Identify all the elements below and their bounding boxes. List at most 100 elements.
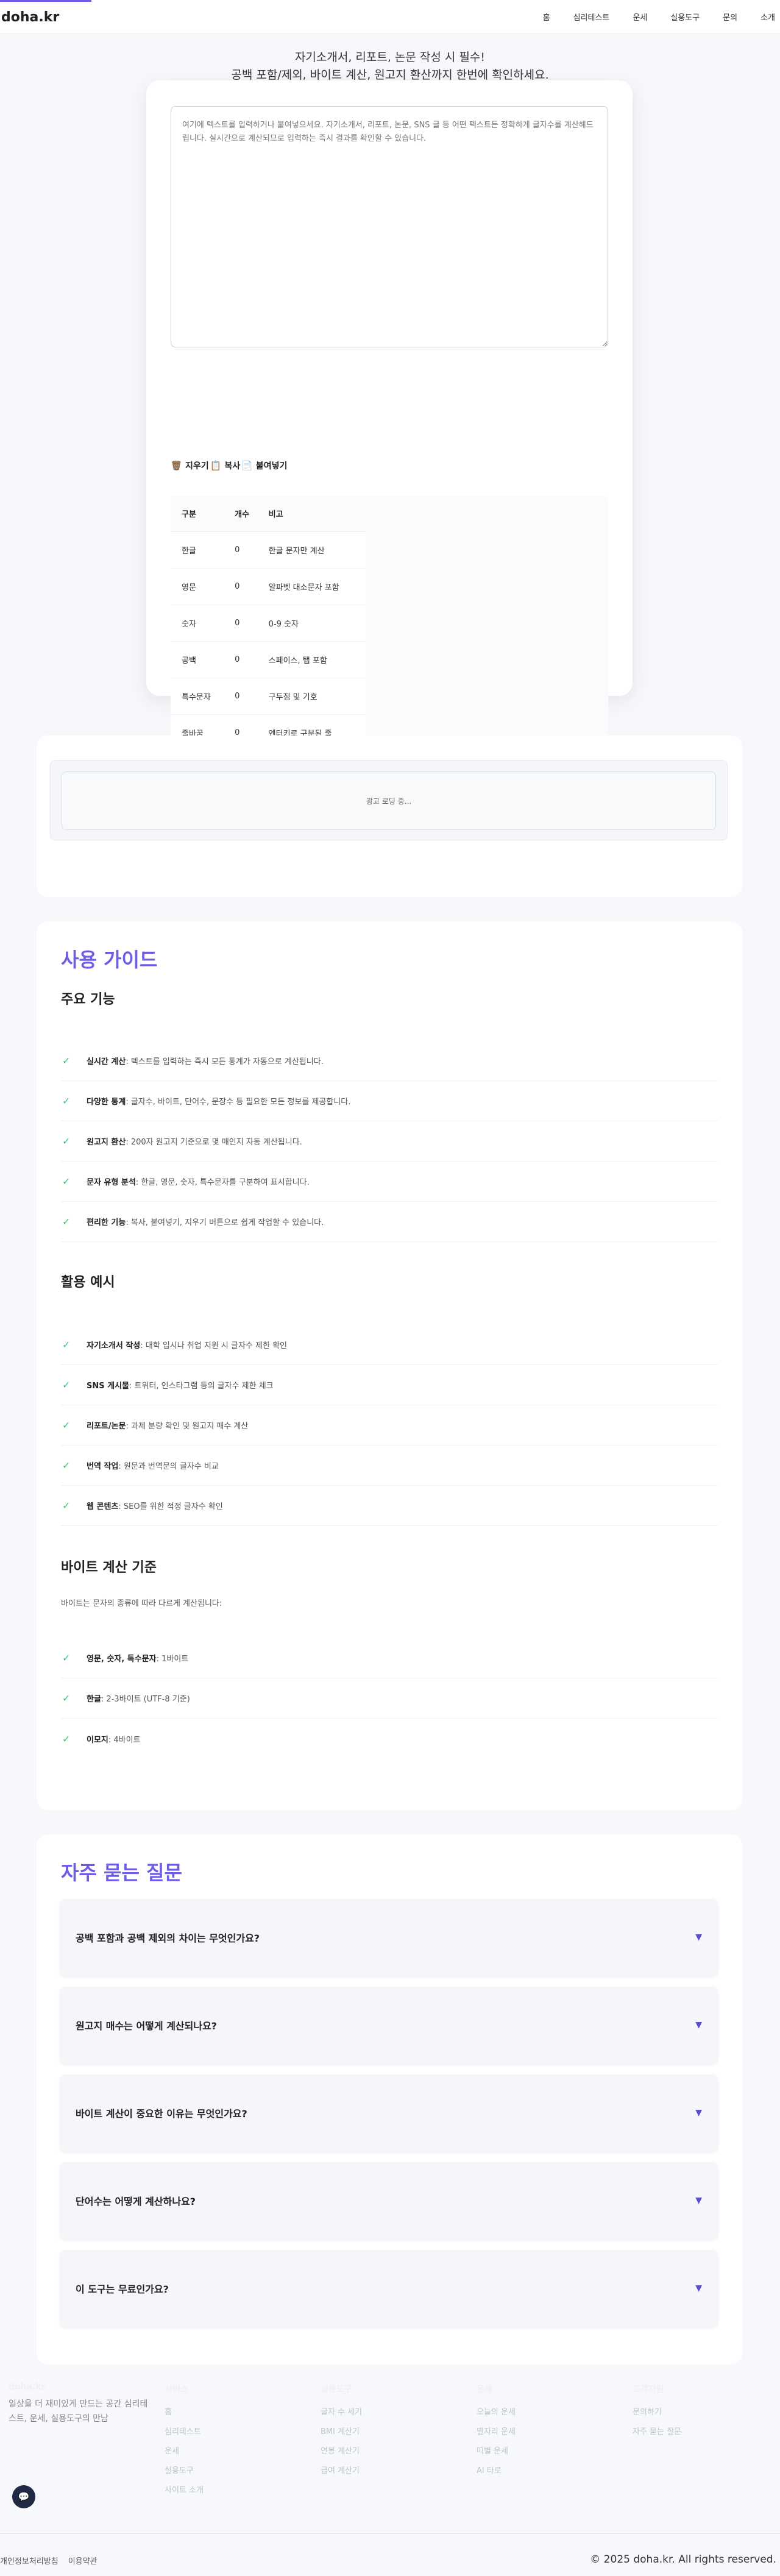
copy-button[interactable]: 📋 복사 [210, 459, 240, 472]
footer-link[interactable]: 별자리 운세 [477, 2422, 516, 2442]
privacy-policy-link[interactable]: 개인정보처리방침 [0, 2555, 58, 2566]
item-label: 웹 콘텐츠 [87, 1502, 119, 1511]
footer-brand-desc: 일상을 더 재미있게 만드는 공간 심리테스트, 운세, 실용도구의 만남 [9, 2399, 148, 2424]
nav-item-fortune[interactable]: 운세 [633, 11, 647, 23]
footer-link[interactable]: 오늘의 운세 [477, 2403, 516, 2422]
ad-section: 광고 로딩 중... [37, 736, 742, 897]
terms-link[interactable]: 이용약관 [68, 2555, 98, 2566]
faq-item[interactable]: 단어수는 어떻게 계산하나요? ▼ [60, 2162, 718, 2239]
item-desc: : SEO를 위한 적정 글자수 확인 [118, 1502, 223, 1511]
bytes-intro: 바이트는 문자의 종류에 따라 다르게 계산됩니다: [61, 1599, 222, 1608]
faq-item[interactable]: 원고지 매수는 어떻게 계산되나요? ▼ [60, 1987, 718, 2063]
item-desc: : 과제 분량 확인 및 원고지 매수 계산 [126, 1422, 249, 1431]
check-icon: ✓ [62, 1460, 71, 1471]
row-count: 0 [224, 678, 258, 715]
copy-label: 복사 [224, 461, 241, 471]
item-desc: : 4바이트 [108, 1735, 141, 1745]
row-type: 특수문자 [171, 678, 224, 715]
top-nav-bar: doha.kr 홈 심리테스트 운세 실용도구 문의 소개 [0, 0, 780, 34]
guide-title: 사용 가이드 [61, 948, 158, 971]
item-desc: : 복사, 붙여넣기, 지우기 버튼으로 쉽게 작업할 수 있습니다. [126, 1218, 324, 1227]
footer-link[interactable]: 홈 [165, 2403, 204, 2422]
check-icon: ✓ [62, 1095, 71, 1107]
footer-link[interactable]: 심리테스트 [165, 2422, 204, 2442]
list-item: ✓ SNS 게시물 : 트위터, 인스타그램 등의 글자수 제한 체크 [61, 1365, 718, 1405]
footer-link[interactable]: 띠별 운세 [477, 2442, 516, 2461]
row-count: 0 [224, 568, 258, 605]
list-item: ✓ 문자 유형 분석 : 한글, 영문, 숫자, 특수문자를 구분하여 표시합니다… [61, 1162, 718, 1202]
nav-item-contact[interactable]: 문의 [723, 11, 737, 23]
footer-link[interactable]: 급여 계산기 [321, 2461, 362, 2481]
list-item: ✓ 편리한 기능 : 복사, 붙여넣기, 지우기 버튼으로 쉽게 작업할 수 있습… [61, 1202, 718, 1242]
footer-col-title: 실용도구 [321, 2385, 352, 2394]
check-icon: ✓ [62, 1216, 71, 1227]
item-label: 이모지 [87, 1735, 108, 1745]
paste-button[interactable]: 📄 붙여넣기 [241, 459, 287, 472]
footer-link[interactable]: 문의하기 [633, 2403, 681, 2422]
check-icon: ✓ [62, 1379, 71, 1391]
char-type-table: 구분 개수 비고 한글 0 한글 문자만 계산 영문 0 알파벳 대소문자 포함… [171, 496, 366, 751]
nav-item-about[interactable]: 소개 [760, 11, 775, 23]
faq-question: 단어수는 어떻게 계산하나요? [76, 2196, 196, 2207]
list-item: ✓ 이모지 : 4바이트 [61, 1719, 718, 1759]
site-logo[interactable]: doha.kr [1, 10, 59, 25]
text-input[interactable] [171, 106, 608, 347]
footer-col-services: 서비스 홈 심리테스트 운세 실용도구 사이트 소개 [165, 2380, 204, 2500]
clear-button[interactable]: 🗑 지우기 [171, 459, 209, 472]
list-item: ✓ 다양한 통계 : 글자수, 바이트, 단어수, 문장수 등 필요한 모든 정보… [61, 1081, 718, 1121]
faq-title: 자주 묻는 질문 [61, 1861, 182, 1884]
chat-button[interactable]: 💬 [12, 2485, 35, 2508]
footer-link[interactable]: 실용도구 [165, 2461, 204, 2481]
faq-section: 자주 묻는 질문 공백 포함과 공백 제외의 차이는 무엇인가요? ▼ 원고지 매… [37, 1834, 742, 2365]
footer-col-title: 고객지원 [633, 2385, 664, 2394]
bytes-heading: 바이트 계산 기준 [61, 1560, 157, 1575]
item-label: 편리한 기능 [87, 1218, 126, 1227]
trash-icon: 🗑 [171, 460, 183, 471]
scroll-progress-bar [0, 0, 91, 2]
nav-item-tools[interactable]: 실용도구 [670, 11, 700, 23]
footer-link[interactable]: 운세 [165, 2442, 204, 2461]
table-header-row: 구분 개수 비고 [171, 496, 366, 532]
footer-link[interactable]: 연봉 계산기 [321, 2442, 362, 2461]
row-count: 0 [224, 641, 258, 678]
check-icon: ✓ [62, 1652, 71, 1664]
item-desc: : 1바이트 [156, 1655, 189, 1664]
faq-item[interactable]: 공백 포함과 공백 제외의 차이는 무엇인가요? ▼ [60, 1899, 718, 1976]
clear-label: 지우기 [185, 461, 209, 471]
footer-link[interactable]: AI 타로 [477, 2461, 516, 2481]
chevron-down-icon: ▼ [695, 2020, 702, 2030]
faq-item[interactable]: 이 도구는 무료인가요? ▼ [60, 2250, 718, 2327]
item-label: 자기소개서 작성 [87, 1341, 141, 1350]
nav-item-psychology-test[interactable]: 심리테스트 [573, 11, 610, 23]
nav-item-home[interactable]: 홈 [543, 11, 550, 23]
footer-link[interactable]: 글자 수 세기 [321, 2403, 362, 2422]
list-item: ✓ 영문, 숫자, 특수문자 : 1바이트 [61, 1638, 718, 1678]
row-note: 한글 문자만 계산 [257, 531, 366, 569]
faq-question: 공백 포함과 공백 제외의 차이는 무엇인가요? [76, 1932, 260, 1944]
list-item: ✓ 자기소개서 작성 : 대학 입시나 취업 지원 시 글자수 제한 확인 [61, 1325, 718, 1365]
paste-icon: 📄 [241, 460, 253, 471]
action-buttons: 🗑 지우기 📋 복사 📄 붙여넣기 [171, 459, 288, 472]
chevron-down-icon: ▼ [695, 2196, 702, 2205]
check-icon: ✓ [62, 1055, 71, 1066]
footer-legal-links: 개인정보처리방침 이용약관 [0, 2555, 98, 2566]
list-item: ✓ 번역 작업 : 원문과 번역문의 글자수 비교 [61, 1446, 718, 1486]
row-note: 알파벳 대소문자 포함 [257, 568, 366, 605]
footer-link[interactable]: BMI 계산기 [321, 2422, 362, 2442]
faq-item[interactable]: 바이트 계산이 중요한 이유는 무엇인가요? ▼ [60, 2074, 718, 2151]
row-note: 구두점 및 기호 [257, 678, 366, 715]
item-label: 번역 작업 [87, 1462, 119, 1471]
row-count: 0 [224, 531, 258, 569]
site-footer: doha.kr 일상을 더 재미있게 만드는 공간 심리테스트, 운세, 실용도… [0, 2380, 780, 2576]
footer-brand: doha.kr 일상을 더 재미있게 만드는 공간 심리테스트, 운세, 실용도… [9, 2380, 155, 2426]
hero-line-1: 자기소개서, 리포트, 논문 작성 시 필수! [294, 51, 486, 64]
item-desc: : 글자수, 바이트, 단어수, 문장수 등 필요한 모든 정보를 제공합니다. [126, 1098, 351, 1107]
clipboard-icon: 📋 [210, 460, 222, 471]
footer-col-fortune: 운세 오늘의 운세 별자리 운세 띠별 운세 AI 타로 [477, 2380, 516, 2481]
item-desc: : 200자 원고지 기준으로 몇 매인지 자동 계산됩니다. [126, 1138, 302, 1147]
check-icon: ✓ [62, 1339, 71, 1350]
row-count: 0 [224, 605, 258, 642]
list-item: ✓ 한글 : 2-3바이트 (UTF-8 기준) [61, 1678, 718, 1719]
footer-link[interactable]: 자주 묻는 질문 [633, 2422, 681, 2442]
footer-link[interactable]: 사이트 소개 [165, 2481, 204, 2500]
